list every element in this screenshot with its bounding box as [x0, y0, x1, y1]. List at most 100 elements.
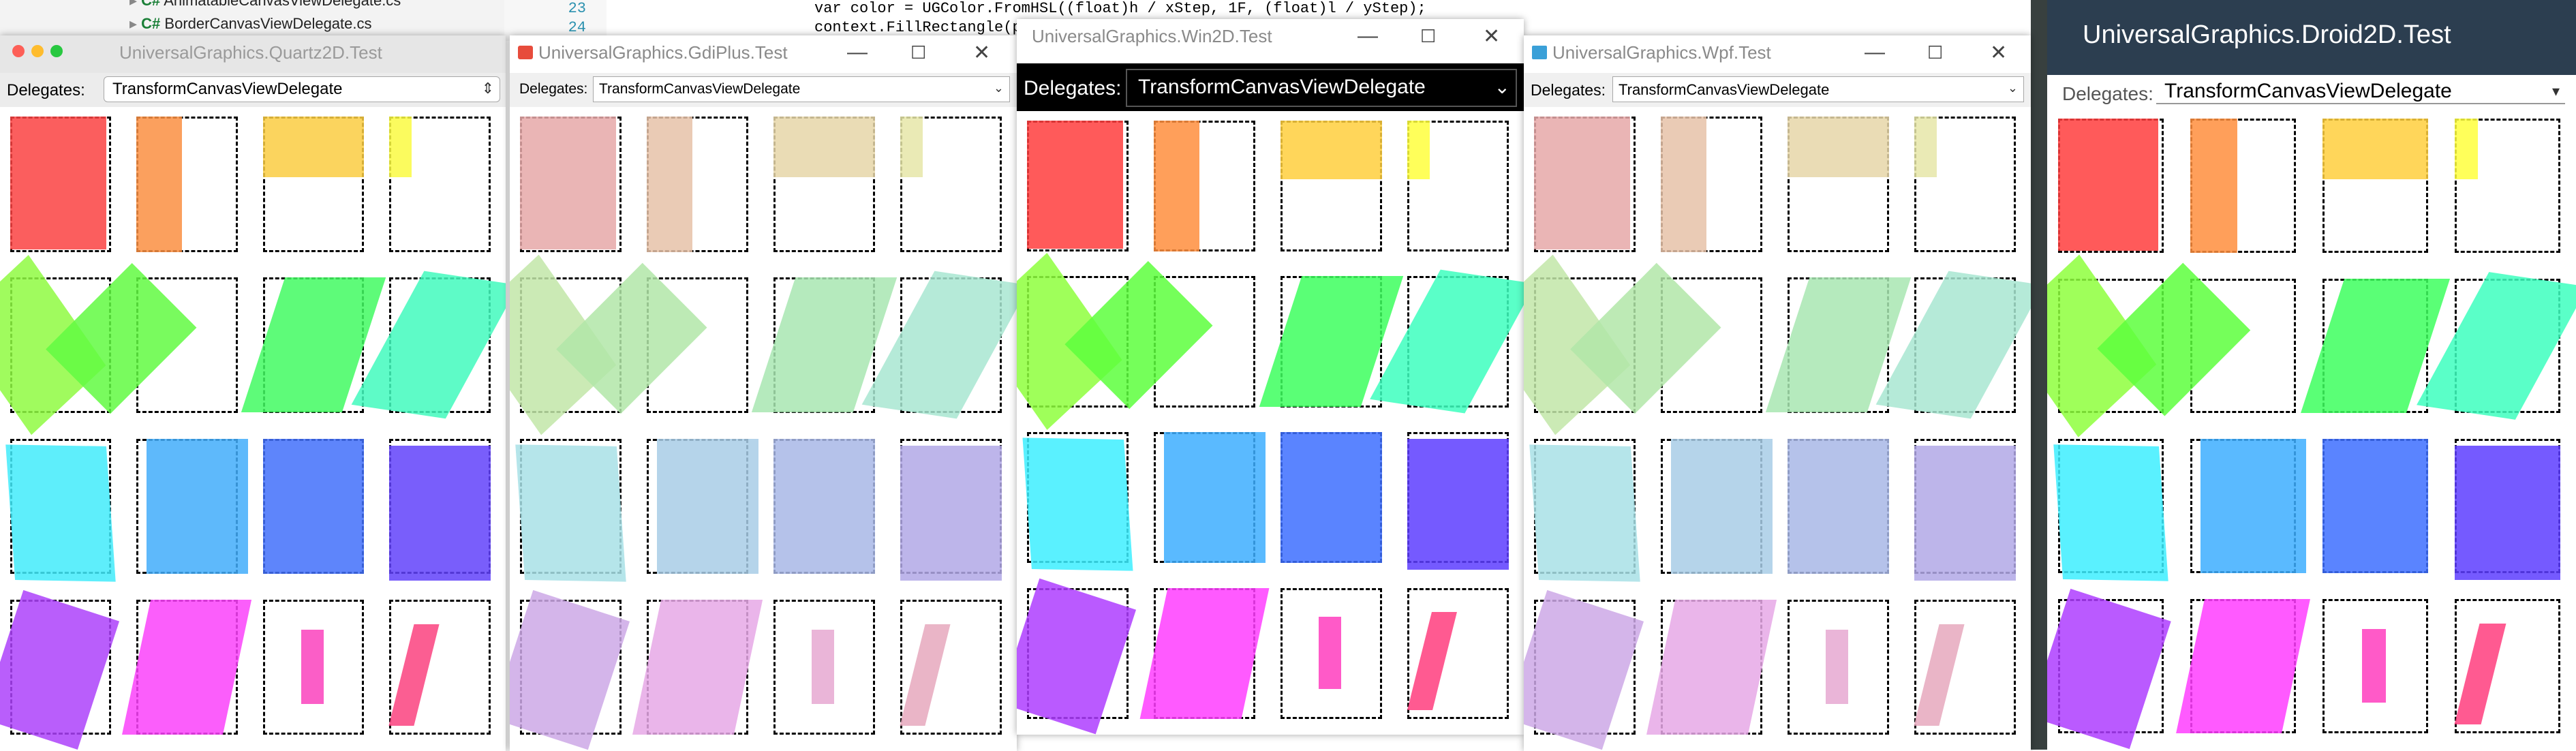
delegates-label: Delegates:	[1024, 77, 1122, 99]
transformed-shape	[900, 117, 923, 178]
transformed-shape	[1787, 438, 1889, 574]
transformed-shape	[1407, 438, 1509, 570]
transformed-shape	[2362, 628, 2386, 703]
delegates-label: Delegates:	[519, 81, 588, 97]
transformed-shape	[519, 117, 617, 249]
chevron-down-icon: ⌄	[1494, 76, 1510, 97]
transformed-shape	[2057, 119, 2158, 251]
title-bar[interactable]: UniversalGraphics.Wpf.Test — ☐ ✕	[1524, 35, 2031, 73]
transformed-shape	[136, 117, 183, 252]
solution-item[interactable]: ▸ C# BorderCanvasViewDelegate.cs	[129, 15, 372, 33]
transformed-shape	[1022, 438, 1133, 571]
transformed-shape	[2053, 444, 2168, 582]
line-number: 24	[568, 19, 586, 36]
delegates-bar: Delegates: TransformCanvasViewDelegate ⇕	[0, 73, 506, 107]
delegates-bar: Delegates: TransformCanvasViewDelegate ⌄	[510, 73, 1017, 107]
delegate-select[interactable]: TransformCanvasViewDelegate ⌄	[593, 76, 1010, 102]
transformed-shape	[1660, 117, 1706, 252]
transformed-shape	[1670, 438, 1773, 574]
minimize-icon[interactable]: —	[1358, 25, 1378, 48]
window-title: UniversalGraphics.GdiPlus.Test	[538, 42, 788, 63]
transformed-shape	[262, 117, 365, 178]
transformed-shape	[1319, 617, 1342, 689]
minimize-icon[interactable]: —	[1865, 41, 1885, 64]
delegates-label: Delegates:	[1531, 81, 1606, 99]
title-bar[interactable]: UniversalGraphics.GdiPlus.Test — ☐ ✕	[510, 35, 1017, 73]
close-icon[interactable]: ✕	[1990, 41, 2007, 65]
window-title: UniversalGraphics.Wpf.Test	[1552, 42, 1771, 63]
transformed-shape	[147, 438, 248, 574]
close-icon[interactable]	[12, 45, 25, 57]
minimize-icon[interactable]: —	[847, 41, 868, 64]
close-icon[interactable]: ✕	[1483, 25, 1500, 48]
drawing-canvas	[0, 107, 506, 751]
delegate-select[interactable]: TransformCanvasViewDelegate ▾	[2156, 78, 2565, 104]
action-bar: UniversalGraphics.Droid2D.Test	[2047, 0, 2576, 75]
delegates-label: Delegates:	[2062, 83, 2153, 104]
transformed-shape	[656, 438, 758, 574]
transformed-shape	[2190, 119, 2238, 254]
drawing-canvas	[510, 107, 1017, 751]
maximize-icon[interactable]: ☐	[1420, 26, 1436, 47]
transformed-shape	[2454, 445, 2560, 581]
transformed-shape	[1787, 117, 1889, 178]
transformed-shape	[773, 117, 875, 178]
close-icon[interactable]: ✕	[973, 41, 990, 65]
chevron-down-icon: ⌄	[993, 81, 1004, 95]
delegates-label: Delegates:	[7, 81, 85, 99]
transformed-shape	[1533, 117, 1631, 249]
delegate-select[interactable]: TransformCanvasViewDelegate ⌄	[1612, 76, 2024, 102]
maximize-icon[interactable]: ☐	[910, 42, 926, 63]
chevron-down-icon: ⌄	[2007, 81, 2018, 95]
transformed-shape	[1529, 444, 1640, 582]
transformed-shape	[1280, 120, 1382, 180]
updown-chevron-icon: ⇕	[481, 80, 494, 97]
app-icon	[518, 46, 533, 59]
csharp-file-icon: C#	[141, 15, 161, 32]
transformed-shape	[1914, 117, 1937, 178]
transformed-shape	[1153, 120, 1199, 251]
drawing-canvas	[1017, 111, 1524, 735]
delegate-select[interactable]: TransformCanvasViewDelegate ⇕	[104, 76, 500, 102]
line-number-gutter: 23 24	[504, 0, 607, 41]
window-title: UniversalGraphics.Quartz2D.Test	[119, 42, 382, 63]
transformed-shape	[812, 629, 835, 704]
transformed-shape	[1280, 432, 1382, 564]
transformed-shape	[389, 445, 491, 581]
line-number: 23	[568, 0, 586, 17]
win2d-window: UniversalGraphics.Win2D.Test — ☐ ✕ Deleg…	[1017, 19, 1524, 735]
android-emulator-frame	[2031, 0, 2047, 750]
maximize-icon[interactable]	[50, 45, 63, 57]
solution-item[interactable]: ▸ C# AnimatableCanvasViewDelegate.cs	[129, 0, 401, 10]
quartz2d-window: UniversalGraphics.Quartz2D.Test Delegate…	[0, 35, 506, 751]
wpf-window: UniversalGraphics.Wpf.Test — ☐ ✕ Delegat…	[1524, 35, 2031, 751]
transformed-shape	[301, 629, 324, 704]
delegates-bar: Delegates: TransformCanvasViewDelegate ⌄	[1524, 73, 2031, 107]
dropdown-triangle-icon: ▾	[2551, 82, 2560, 99]
droid2d-window: UniversalGraphics.Droid2D.Test Delegates…	[2047, 0, 2576, 750]
delegate-select[interactable]: TransformCanvasViewDelegate ⌄	[1126, 69, 1517, 107]
maximize-icon[interactable]: ☐	[1927, 42, 1943, 63]
transformed-shape	[1026, 120, 1124, 249]
transformed-shape	[5, 444, 116, 582]
transformed-shape	[1407, 120, 1430, 180]
window-title: UniversalGraphics.Win2D.Test	[1032, 26, 1272, 46]
delegates-bar: Delegates: TransformCanvasViewDelegate ⌄	[1017, 63, 1524, 111]
delegate-select-value: TransformCanvasViewDelegate	[1138, 76, 1426, 98]
transformed-shape	[1826, 629, 1849, 704]
csharp-file-icon: C#	[141, 0, 161, 9]
delegate-select-value: TransformCanvasViewDelegate	[599, 81, 801, 97]
transformed-shape	[2322, 119, 2428, 179]
title-bar[interactable]: UniversalGraphics.Win2D.Test — ☐ ✕	[1017, 19, 1524, 57]
transformed-shape	[1914, 445, 2016, 581]
code-line: var color = UGColor.FromHSL((float)h / x…	[814, 0, 1426, 17]
transformed-shape	[2454, 119, 2478, 179]
drawing-canvas	[2047, 109, 2576, 750]
drawing-canvas	[1524, 107, 2031, 751]
minimize-icon[interactable]	[31, 45, 44, 57]
app-icon	[1532, 46, 1547, 59]
title-bar[interactable]: UniversalGraphics.Quartz2D.Test	[0, 35, 506, 74]
transformed-shape	[646, 117, 692, 252]
gdiplus-window: UniversalGraphics.GdiPlus.Test — ☐ ✕ Del…	[510, 35, 1017, 751]
transformed-shape	[10, 117, 106, 249]
